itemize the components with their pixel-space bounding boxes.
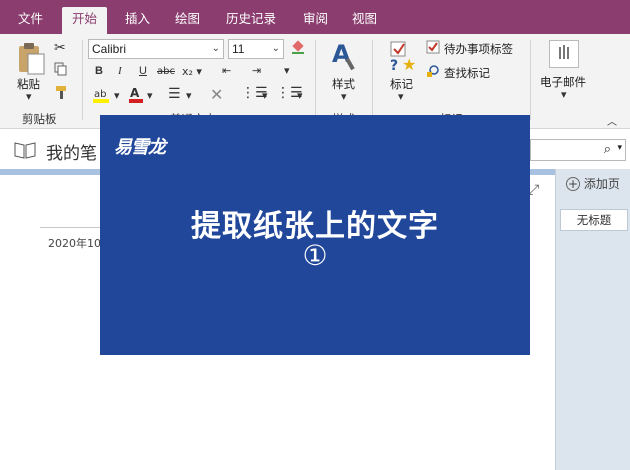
email-dropdown-icon[interactable]: ▾: [561, 88, 567, 101]
add-page-button[interactable]: + 添加页: [566, 175, 620, 192]
tab-view[interactable]: 视图: [342, 7, 387, 34]
bullet-dropdown-icon[interactable]: ▾: [262, 89, 268, 102]
numbered-dropdown-icon[interactable]: ▾: [297, 89, 303, 102]
styles-dropdown-icon[interactable]: ▾: [341, 90, 347, 103]
add-icon: +: [566, 177, 580, 191]
tag-dropdown-icon[interactable]: ▾: [398, 90, 404, 103]
tag-icon[interactable]: ? ★: [388, 40, 418, 75]
chevron-down-icon: ▾: [617, 143, 622, 153]
highlight-dropdown-icon[interactable]: ▾: [114, 89, 120, 102]
search-icon: ⌕: [603, 142, 611, 157]
font-color-dropdown-icon[interactable]: ▾: [147, 89, 153, 102]
svg-text:★: ★: [402, 55, 416, 72]
font-name-select[interactable]: Calibri ⌄: [88, 39, 224, 59]
tab-review[interactable]: 审阅: [293, 7, 338, 34]
search-input[interactable]: ⌕ ▾: [530, 139, 626, 161]
styles-icon[interactable]: A: [330, 40, 360, 75]
svg-text:?: ?: [390, 58, 398, 72]
find-tags-label[interactable]: 查找标记: [444, 65, 490, 81]
todo-checkbox-icon[interactable]: [426, 40, 440, 57]
strikethrough-button[interactable]: abc: [157, 66, 175, 77]
font-color-icon[interactable]: A: [128, 86, 144, 107]
clear-formatting-icon[interactable]: [290, 40, 306, 59]
paragraph-dropdown-icon[interactable]: ▾: [284, 64, 290, 77]
copy-icon[interactable]: [54, 62, 68, 79]
subscript-button[interactable]: x₂ ▾: [182, 65, 202, 78]
highlight-icon[interactable]: ab: [92, 86, 112, 107]
tab-draw[interactable]: 绘图: [165, 7, 210, 34]
clipboard-group-label: 剪贴板: [22, 112, 57, 126]
cut-icon[interactable]: ✂: [54, 40, 66, 56]
svg-text:ab: ab: [94, 89, 106, 100]
format-painter-icon[interactable]: [54, 84, 70, 103]
tab-insert[interactable]: 插入: [115, 7, 160, 34]
brand-logo: 易雪龙: [114, 137, 166, 158]
italic-button[interactable]: I: [118, 65, 122, 77]
paste-icon[interactable]: [16, 42, 48, 79]
tab-home[interactable]: 开始: [62, 7, 108, 34]
divider: [530, 40, 531, 120]
add-page-label: 添加页: [583, 177, 620, 191]
font-name-value: Calibri: [92, 42, 127, 56]
divider: [315, 40, 316, 120]
svg-text:A: A: [130, 86, 140, 100]
page-date: 2020年10: [48, 237, 101, 250]
increase-indent-icon[interactable]: ⇥: [252, 64, 261, 77]
page-list-panel: + 添加页 无标题: [555, 169, 630, 470]
paste-dropdown-icon[interactable]: ▾: [26, 90, 32, 103]
overlay-number: ①: [302, 239, 328, 272]
notebook-title[interactable]: 我的笔: [46, 139, 97, 164]
menu-bar: 文件 开始 插入 绘图 历史记录 审阅 视图: [0, 0, 630, 34]
todo-tag-label[interactable]: 待办事项标签: [444, 41, 513, 57]
font-size-value: 11: [232, 42, 245, 56]
email-icon[interactable]: [549, 40, 579, 68]
divider: [82, 40, 83, 120]
divider: [372, 40, 373, 120]
delete-icon[interactable]: ✕: [210, 85, 223, 104]
tab-history[interactable]: 历史记录: [216, 7, 286, 34]
align-dropdown-icon[interactable]: ▾: [186, 89, 192, 102]
chevron-down-icon: ⌄: [271, 43, 280, 54]
chevron-down-icon: ⌄: [211, 43, 220, 54]
underline-button[interactable]: U: [139, 65, 147, 77]
align-icon[interactable]: ☰: [168, 86, 181, 102]
find-tags-icon[interactable]: [426, 64, 440, 81]
collapse-ribbon-icon[interactable]: ︿: [607, 113, 617, 128]
font-size-select[interactable]: 11 ⌄: [228, 39, 284, 59]
decrease-indent-icon[interactable]: ⇤: [222, 64, 231, 77]
bold-button[interactable]: B: [95, 65, 103, 77]
notebook-icon[interactable]: [14, 141, 36, 162]
title-overlay: 易雪龙 提取纸张上的文字 ①: [100, 115, 530, 355]
page-list-item[interactable]: 无标题: [560, 209, 628, 231]
tab-file[interactable]: 文件: [8, 7, 53, 34]
